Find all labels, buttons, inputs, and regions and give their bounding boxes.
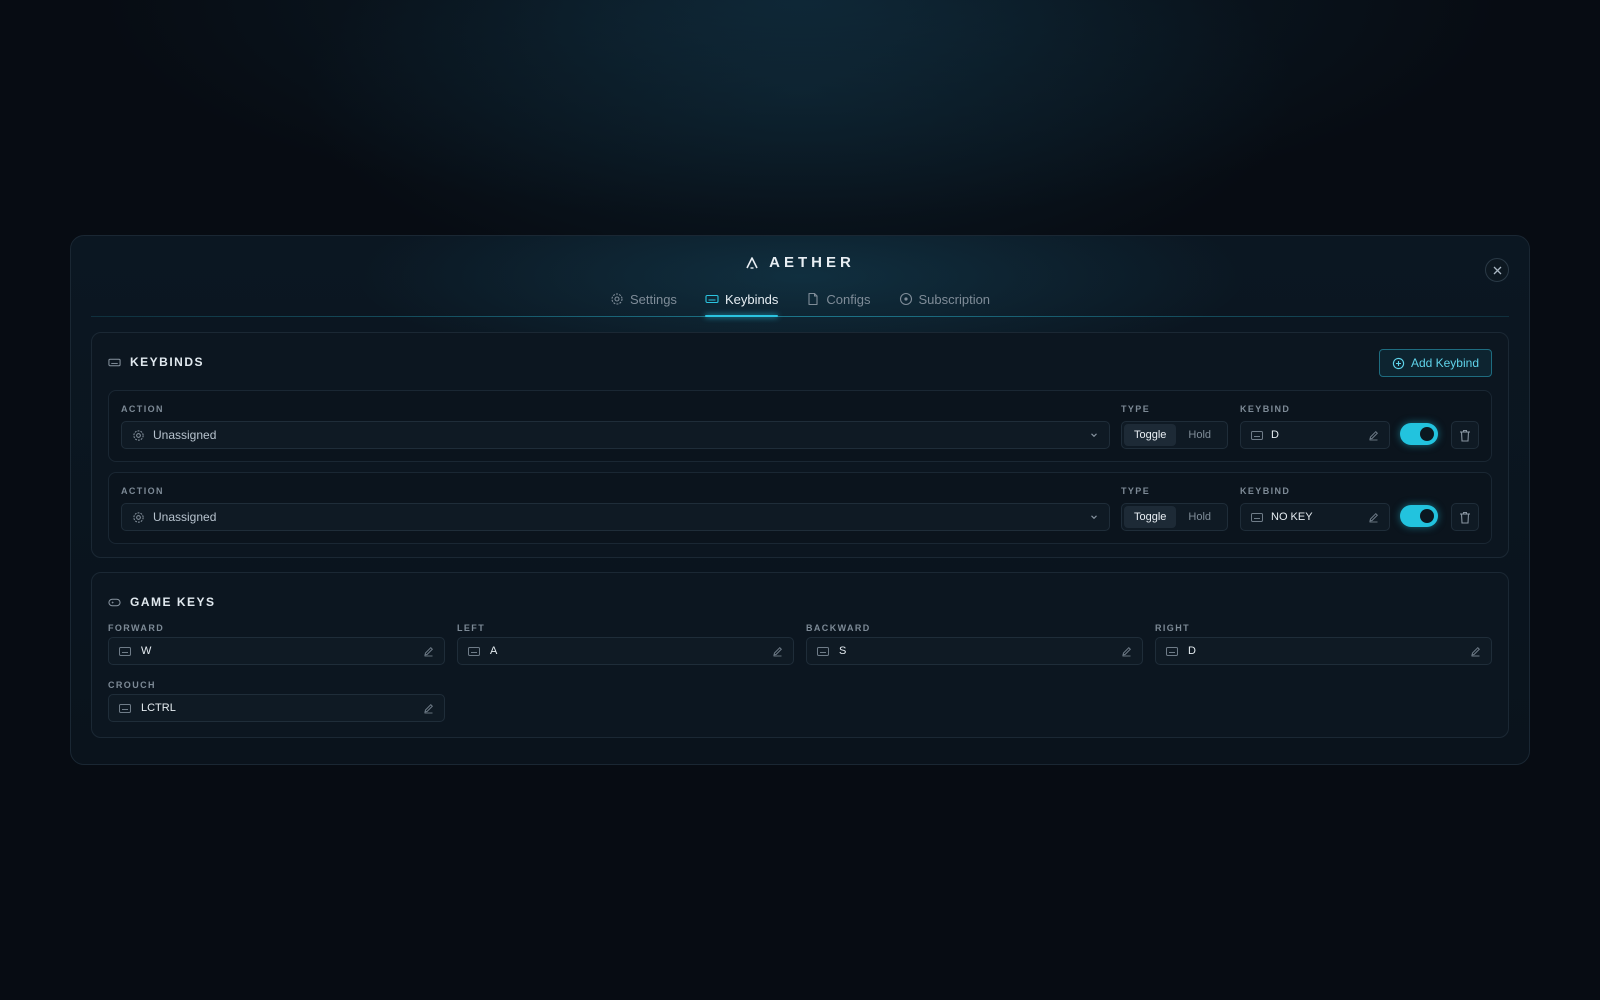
left-label: LEFT [457, 623, 486, 633]
keybind-row: ACTION TYPE KEYBIND Unassigned Toggle Ho… [108, 390, 1492, 462]
plus-circle-icon [899, 292, 912, 306]
game-keys-panel: GAME KEYS FORWARD W LEFT A BACKWARD S RI… [91, 572, 1509, 738]
keybinds-title: KEYBINDS [108, 355, 204, 369]
gear-icon [133, 511, 144, 523]
keybind-row: ACTION TYPE KEYBIND Unassigned Toggle Ho… [108, 472, 1492, 544]
pencil-icon [424, 703, 434, 713]
delete-keybind-button[interactable] [1451, 503, 1479, 531]
action-select[interactable]: Unassigned [121, 503, 1110, 531]
keyboard-icon [108, 358, 121, 366]
type-segmented-control: Toggle Hold [1121, 503, 1228, 531]
app-title: AETHER [769, 254, 855, 271]
keyboard-icon [468, 646, 480, 656]
tab-label: Settings [629, 291, 677, 307]
type-hold-option[interactable]: Hold [1178, 506, 1221, 528]
file-icon [808, 292, 818, 306]
forward-key-field[interactable]: W [108, 637, 445, 665]
keybind-label: KEYBIND [1240, 404, 1291, 414]
delete-keybind-button[interactable] [1451, 421, 1479, 449]
action-label: ACTION [121, 486, 164, 496]
left-key-value: A [490, 645, 498, 657]
crouch-key-field[interactable]: LCTRL [108, 694, 445, 722]
keybind-field[interactable]: D [1240, 421, 1390, 449]
backward-key-field[interactable]: S [806, 637, 1143, 665]
toggle-knob [1420, 427, 1434, 441]
toggle-knob [1420, 509, 1434, 523]
forward-label: FORWARD [108, 623, 165, 633]
game-keys-title: GAME KEYS [108, 595, 216, 609]
aether-logo-icon [746, 256, 758, 269]
right-key-value: D [1188, 645, 1196, 657]
keyboard-icon [1251, 430, 1263, 440]
tab-bar: Settings Keybinds Configs Subscription [71, 284, 1529, 317]
close-icon [1493, 266, 1501, 274]
keybind-label: KEYBIND [1240, 486, 1291, 496]
chevron-down-icon [1091, 515, 1097, 520]
backward-label: BACKWARD [806, 623, 871, 633]
keybind-field[interactable]: NO KEY [1240, 503, 1390, 531]
keyboard-icon [1251, 512, 1263, 522]
keyboard-icon [119, 646, 131, 656]
trash-icon [1460, 429, 1470, 442]
type-toggle-option[interactable]: Toggle [1124, 424, 1177, 446]
keybinds-title-text: KEYBINDS [130, 355, 205, 369]
pencil-icon [1122, 646, 1132, 656]
pencil-icon [1471, 646, 1481, 656]
tab-label: Keybinds [724, 291, 779, 307]
type-label: TYPE [1121, 404, 1151, 414]
add-keybind-label: Add Keybind [1410, 356, 1479, 370]
action-label: ACTION [121, 404, 164, 414]
gear-icon [611, 293, 623, 305]
forward-key-value: W [141, 645, 152, 657]
keyboard-icon [1166, 646, 1178, 656]
pencil-icon [773, 646, 783, 656]
game-keys-title-text: GAME KEYS [130, 595, 216, 609]
type-toggle-option[interactable]: Toggle [1124, 506, 1177, 528]
pencil-icon [424, 646, 434, 656]
action-value: Unassigned [153, 510, 217, 524]
type-hold-option[interactable]: Hold [1178, 424, 1221, 446]
tab-settings[interactable]: Settings [610, 284, 677, 314]
gamepad-icon [108, 598, 121, 606]
settings-window: AETHER Settings Keybinds Configs Subscri… [70, 235, 1530, 765]
tab-subscription[interactable]: Subscription [899, 284, 991, 314]
trash-icon [1460, 511, 1470, 524]
keyboard-icon [817, 646, 829, 656]
crouch-label: CROUCH [108, 680, 156, 690]
tab-keybinds[interactable]: Keybinds [704, 284, 779, 317]
type-label: TYPE [1121, 486, 1151, 496]
keybind-value: D [1271, 429, 1279, 441]
right-key-field[interactable]: D [1155, 637, 1492, 665]
backward-key-value: S [839, 645, 847, 657]
type-segmented-control: Toggle Hold [1121, 421, 1228, 449]
keyboard-icon [705, 294, 719, 304]
pencil-icon [1369, 430, 1379, 440]
enabled-toggle[interactable] [1400, 423, 1438, 445]
close-button[interactable] [1485, 258, 1509, 282]
crouch-key-value: LCTRL [141, 702, 176, 714]
left-key-field[interactable]: A [457, 637, 794, 665]
keybind-value: NO KEY [1271, 511, 1313, 523]
plus-circle-icon [1392, 357, 1405, 369]
action-select[interactable]: Unassigned [121, 421, 1110, 449]
action-value: Unassigned [153, 428, 217, 442]
tab-label: Configs [826, 291, 871, 307]
chevron-down-icon [1091, 433, 1097, 438]
tab-label: Subscription [918, 291, 991, 307]
gear-icon [133, 429, 144, 441]
tab-configs[interactable]: Configs [806, 284, 871, 314]
right-label: RIGHT [1155, 623, 1190, 633]
enabled-toggle[interactable] [1400, 505, 1438, 527]
keybinds-panel: KEYBINDS Add Keybind ACTION TYPE KEYBIND… [91, 332, 1509, 558]
keyboard-icon [119, 703, 131, 713]
brand-header: AETHER [71, 254, 1529, 271]
pencil-icon [1369, 512, 1379, 522]
tab-divider [91, 316, 1509, 317]
add-keybind-button[interactable]: Add Keybind [1378, 349, 1492, 377]
